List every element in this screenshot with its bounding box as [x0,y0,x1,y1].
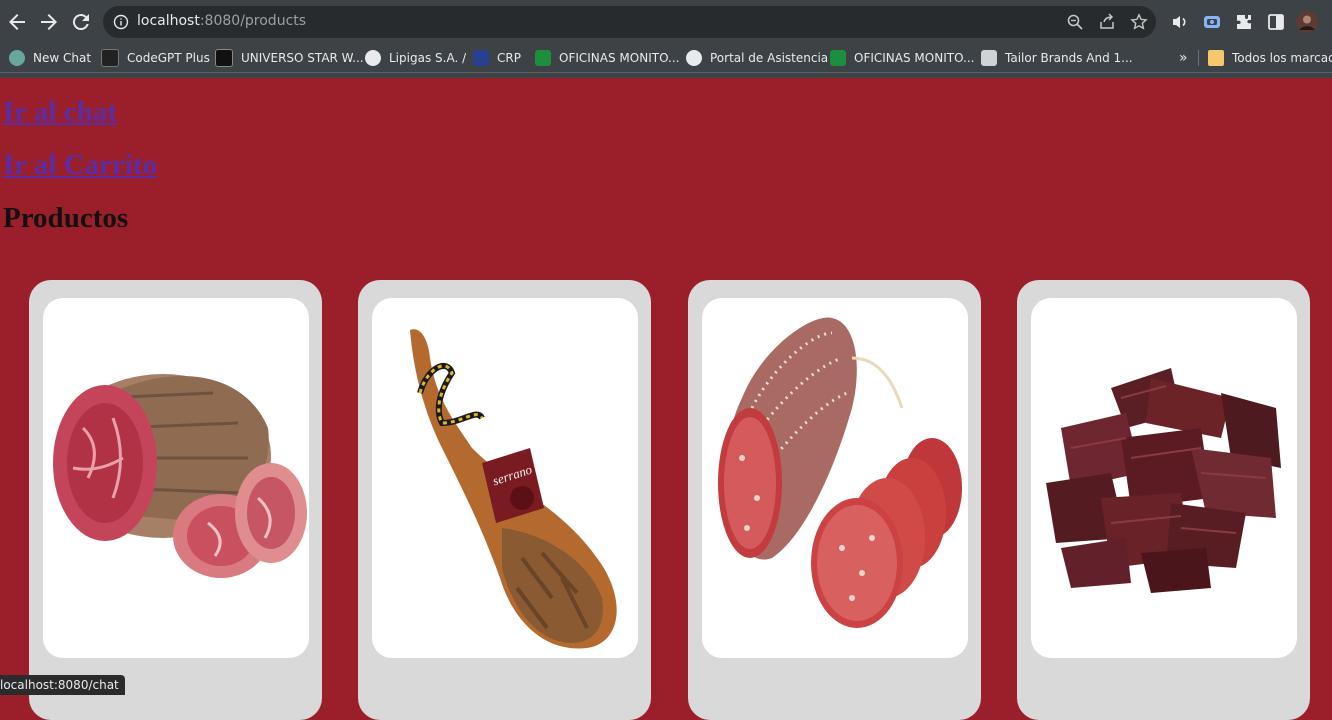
more-bookmarks-button[interactable]: » [1179,49,1188,67]
product-card[interactable] [1017,280,1310,720]
chevron-double-right-icon: » [1179,50,1188,66]
zoom-icon[interactable] [1066,13,1084,31]
eu-flag-icon [473,50,489,66]
star-icon[interactable] [1130,13,1148,31]
bookmark-label: Portal de Asistencia [710,51,829,65]
bookmarks-divider [1198,50,1199,66]
info-icon[interactable] [113,14,129,30]
chat-link[interactable]: Ir al chat [3,96,117,129]
green-cross-icon [830,50,846,66]
url-host: localhost [137,13,200,29]
bookmark-label: CRP [497,51,521,65]
bookmark-new-chat[interactable]: New Chat [9,49,91,67]
beef-jerky-image [1046,368,1281,593]
bookmark-label: Tailor Brands And 1... [1005,51,1133,65]
browser-toolbar: localhost:8080/products [0,0,1332,44]
bookmark-oficinas-2[interactable]: OFICINAS MONITO... [830,49,974,67]
openai-icon [9,50,25,66]
screen-capture-icon[interactable] [1202,12,1222,32]
bookmark-label: Lipigas S.A. / [389,51,467,65]
forward-button[interactable] [37,10,61,34]
reload-icon [72,14,89,31]
folder-icon [1208,50,1224,66]
bookmark-codegpt[interactable]: CodeGPT Plus [101,49,210,67]
page-title: Productos [3,202,129,234]
bondiola-ham-image [53,374,307,578]
bookmarks-bar: New Chat CodeGPT Plus UNIVERSO STAR W...… [0,44,1332,73]
product-image[interactable]: serrano [372,298,638,658]
extensions-icon[interactable] [1234,12,1254,32]
tailor-brands-icon [981,50,997,66]
address-bar[interactable]: localhost:8080/products [103,6,1156,38]
bookmark-universo[interactable]: UNIVERSO STAR W... [215,49,364,67]
bookmark-label: New Chat [33,51,92,65]
bookmark-label: Todos los marcado [1232,51,1332,65]
bookmark-label: CodeGPT Plus [127,51,210,65]
share-icon[interactable] [1098,13,1116,31]
codegpt-icon [101,49,119,67]
bookmark-label: OFICINAS MONITO... [559,51,680,65]
serrano-leg-image: serrano [410,329,617,649]
product-image[interactable] [43,298,309,658]
bookmark-oficinas-1[interactable]: OFICINAS MONITO... [535,49,679,67]
green-cross-icon [535,50,551,66]
reload-button[interactable] [69,10,93,34]
url-path: :8080/products [199,13,307,29]
arrow-left-icon [9,14,25,30]
globe-icon [686,50,702,66]
profile-avatar[interactable] [1296,11,1318,33]
product-card[interactable]: serrano [358,280,651,720]
bookmark-lipigas[interactable]: Lipigas S.A. / [365,49,466,67]
arrow-right-icon [41,14,57,30]
bookmark-crp[interactable]: CRP [473,49,521,67]
product-image[interactable] [1031,298,1297,658]
status-bar: localhost:8080/chat [0,675,125,695]
product-card[interactable] [29,280,322,720]
speaker-icon[interactable] [1170,12,1190,32]
all-bookmarks-folder[interactable]: Todos los marcado [1208,49,1332,67]
bookmark-tailor[interactable]: Tailor Brands And 1... [981,49,1133,67]
bookmark-portal[interactable]: Portal de Asistencia [686,49,828,67]
bookmark-label: OFICINAS MONITO... [854,51,975,65]
bookmark-label: UNIVERSO STAR W... [241,51,364,65]
page-body: Ir al chat Ir al Carrito Productos serra… [0,78,1332,720]
product-image[interactable] [702,298,968,658]
product-card[interactable] [688,280,981,720]
side-panel-icon[interactable] [1266,12,1286,32]
browser-chrome: localhost:8080/products New Chat CodeGPT… [0,0,1332,78]
salami-image [718,317,962,628]
url-text[interactable]: localhost:8080/products [137,13,306,29]
back-button[interactable] [5,10,29,34]
film-icon [215,49,233,67]
cart-link[interactable]: Ir al Carrito [3,149,157,182]
globe-icon [365,50,381,66]
